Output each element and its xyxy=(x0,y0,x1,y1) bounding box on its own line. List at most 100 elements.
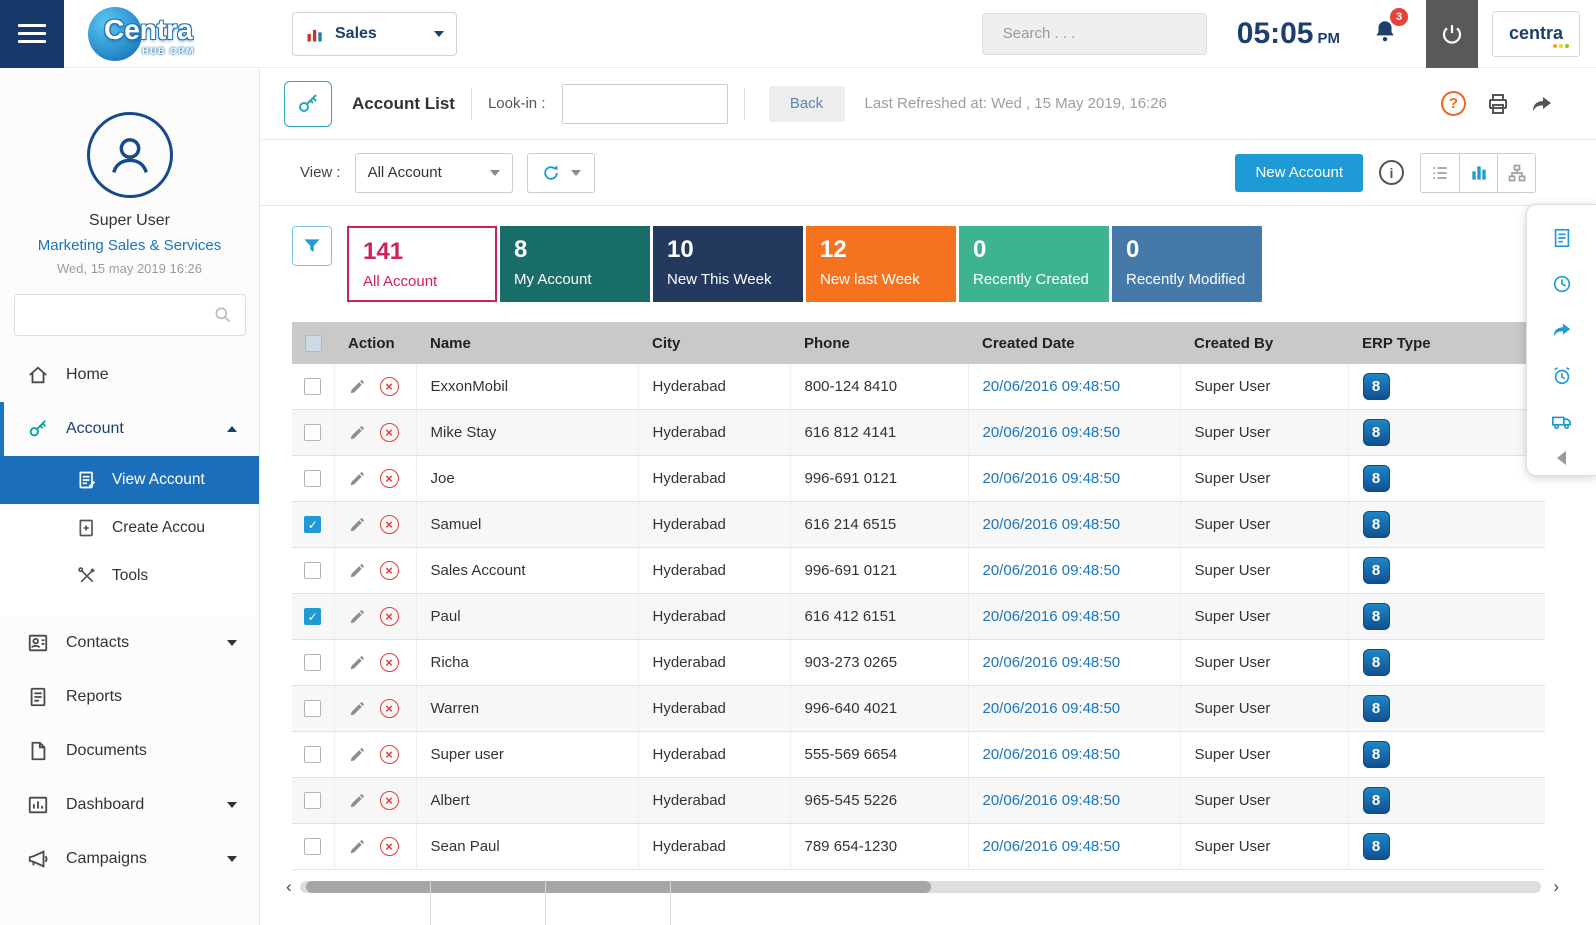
row-checkbox[interactable] xyxy=(304,746,321,763)
history-button[interactable] xyxy=(1540,261,1584,307)
stat-card-recently-created[interactable]: 0 Recently Created xyxy=(959,226,1109,302)
erp-icon[interactable]: 8 xyxy=(1363,695,1390,722)
table-row[interactable]: ✓ × Samuel Hyderabad 616 214 6515 20/06/… xyxy=(292,502,1545,548)
erp-icon[interactable]: 8 xyxy=(1363,557,1390,584)
scroll-right-arrow[interactable]: › xyxy=(1553,877,1559,897)
delete-icon[interactable]: × xyxy=(380,561,399,580)
hierarchy-view-button[interactable] xyxy=(1497,154,1535,192)
scrollbar-thumb[interactable] xyxy=(306,881,931,893)
delete-icon[interactable]: × xyxy=(380,515,399,534)
table-row[interactable]: × Albert Hyderabad 965-545 5226 20/06/20… xyxy=(292,778,1545,824)
row-checkbox[interactable] xyxy=(304,838,321,855)
edit-icon[interactable] xyxy=(349,792,366,809)
edit-icon[interactable] xyxy=(349,516,366,533)
refresh-button[interactable] xyxy=(527,153,595,193)
edit-icon[interactable] xyxy=(349,700,366,717)
info-button[interactable]: i xyxy=(1379,160,1404,185)
erp-icon[interactable]: 8 xyxy=(1363,511,1390,538)
erp-icon[interactable]: 8 xyxy=(1363,787,1390,814)
sidebar-item-dashboard[interactable]: Dashboard xyxy=(0,778,259,832)
row-checkbox[interactable] xyxy=(304,792,321,809)
delete-icon[interactable]: × xyxy=(380,653,399,672)
notifications-button[interactable]: 3 xyxy=(1372,18,1398,49)
list-view-button[interactable] xyxy=(1421,154,1459,192)
lookin-input[interactable] xyxy=(563,85,728,123)
stat-card-new-last-week[interactable]: 12 New last Week xyxy=(806,226,956,302)
sidebar-item-documents[interactable]: Documents xyxy=(0,724,259,778)
edit-icon[interactable] xyxy=(349,608,366,625)
sidebar-item-view-account[interactable]: View Account xyxy=(0,456,259,504)
account-module-icon-button[interactable] xyxy=(284,81,332,127)
row-checkbox[interactable] xyxy=(304,424,321,441)
delete-icon[interactable]: × xyxy=(380,791,399,810)
module-selector-dropdown[interactable]: Sales xyxy=(292,12,457,56)
table-row[interactable]: × Mike Stay Hyderabad 616 812 4141 20/06… xyxy=(292,410,1545,456)
logout-power-button[interactable] xyxy=(1426,0,1478,68)
print-button[interactable] xyxy=(1486,92,1510,116)
row-checkbox[interactable] xyxy=(304,654,321,671)
select-all-checkbox[interactable] xyxy=(305,335,322,352)
view-select[interactable]: All Account xyxy=(355,153,513,193)
row-checkbox[interactable]: ✓ xyxy=(304,516,321,533)
edit-icon[interactable] xyxy=(349,746,366,763)
edit-icon[interactable] xyxy=(349,654,366,671)
erp-icon[interactable]: 8 xyxy=(1363,465,1390,492)
table-row[interactable]: × ExxonMobil Hyderabad 800-124 8410 20/0… xyxy=(292,364,1545,410)
erp-icon[interactable]: 8 xyxy=(1363,419,1390,446)
table-row[interactable]: × Super user Hyderabad 555-569 6654 20/0… xyxy=(292,732,1545,778)
reminder-button[interactable] xyxy=(1540,353,1584,399)
sidebar-item-reports[interactable]: Reports xyxy=(0,670,259,724)
table-row[interactable]: × Warren Hyderabad 996-640 4021 20/06/20… xyxy=(292,686,1545,732)
quick-list-button[interactable] xyxy=(1540,215,1584,261)
sidebar-item-campaigns[interactable]: Campaigns xyxy=(0,832,259,886)
table-row[interactable]: ✓ × Paul Hyderabad 616 412 6151 20/06/20… xyxy=(292,594,1545,640)
help-button[interactable]: ? xyxy=(1441,91,1466,116)
edit-icon[interactable] xyxy=(349,838,366,855)
delete-icon[interactable]: × xyxy=(380,745,399,764)
hamburger-menu-button[interactable] xyxy=(0,0,64,68)
erp-icon[interactable]: 8 xyxy=(1363,649,1390,676)
share-button[interactable] xyxy=(1530,92,1554,116)
quick-share-button[interactable] xyxy=(1540,307,1584,353)
edit-icon[interactable] xyxy=(349,562,366,579)
delete-icon[interactable]: × xyxy=(380,469,399,488)
new-account-button[interactable]: New Account xyxy=(1235,154,1363,192)
table-row[interactable]: × Joe Hyderabad 996-691 0121 20/06/2016 … xyxy=(292,456,1545,502)
filter-button[interactable] xyxy=(292,226,332,266)
row-checkbox[interactable]: ✓ xyxy=(304,608,321,625)
column-view-button[interactable] xyxy=(1459,154,1497,192)
edit-icon[interactable] xyxy=(349,470,366,487)
edit-icon[interactable] xyxy=(349,378,366,395)
row-checkbox[interactable] xyxy=(304,470,321,487)
scroll-left-arrow[interactable]: ‹ xyxy=(286,877,292,897)
erp-icon[interactable]: 8 xyxy=(1363,373,1390,400)
sidebar-item-tools[interactable]: Tools xyxy=(0,552,259,600)
stat-card-all-account[interactable]: 141 All Account xyxy=(347,226,497,302)
back-button[interactable]: Back xyxy=(769,86,845,122)
edit-icon[interactable] xyxy=(349,424,366,441)
table-row[interactable]: × Sean Paul Hyderabad 789 654-1230 20/06… xyxy=(292,824,1545,870)
stat-card-my-account[interactable]: 8 My Account xyxy=(500,226,650,302)
stat-card-recently-modified[interactable]: 0 Recently Modified xyxy=(1112,226,1262,302)
table-row[interactable]: × Sales Account Hyderabad 996-691 0121 2… xyxy=(292,548,1545,594)
global-search-input[interactable] xyxy=(1003,25,1202,42)
row-checkbox[interactable] xyxy=(304,378,321,395)
panel-collapse-handle[interactable] xyxy=(1557,451,1566,465)
erp-icon[interactable]: 8 xyxy=(1363,833,1390,860)
table-row[interactable]: × Richa Hyderabad 903-273 0265 20/06/201… xyxy=(292,640,1545,686)
sidebar-item-account[interactable]: Account xyxy=(0,402,259,456)
row-checkbox[interactable] xyxy=(304,700,321,717)
delete-icon[interactable]: × xyxy=(380,607,399,626)
delete-icon[interactable]: × xyxy=(380,423,399,442)
erp-icon[interactable]: 8 xyxy=(1363,603,1390,630)
sidebar-search-input[interactable] xyxy=(27,307,213,323)
sidebar-item-home[interactable]: Home xyxy=(0,348,259,402)
logistics-button[interactable] xyxy=(1540,399,1584,445)
erp-icon[interactable]: 8 xyxy=(1363,741,1390,768)
delete-icon[interactable]: × xyxy=(380,377,399,396)
delete-icon[interactable]: × xyxy=(380,699,399,718)
delete-icon[interactable]: × xyxy=(380,837,399,856)
sidebar-item-create-account[interactable]: Create Accou xyxy=(0,504,259,552)
sidebar-item-contacts[interactable]: Contacts xyxy=(0,616,259,670)
scrollbar-track[interactable] xyxy=(300,881,1541,893)
